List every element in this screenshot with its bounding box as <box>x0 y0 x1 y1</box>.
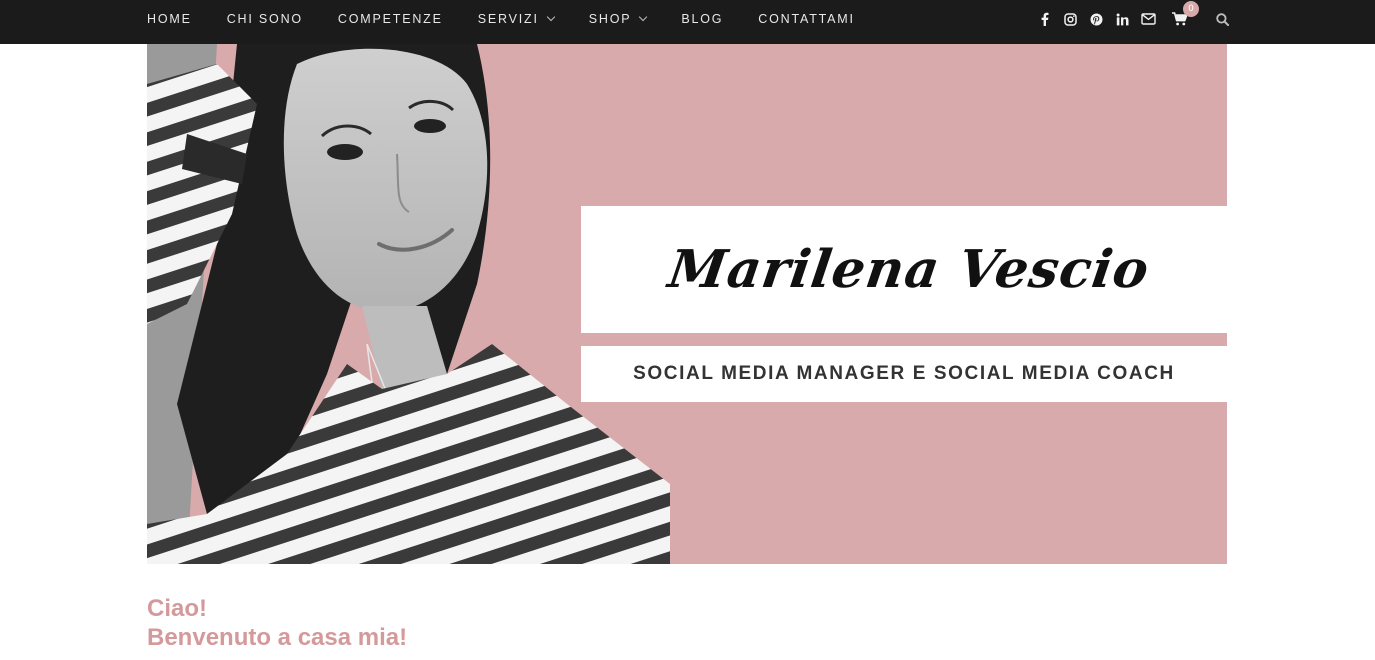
linkedin-icon[interactable] <box>1114 11 1130 27</box>
menu-item-servizi[interactable]: SERVIZI <box>477 12 555 26</box>
shopping-cart-icon[interactable]: 0 <box>1172 1 1199 27</box>
menu-item-home[interactable]: HOME <box>147 12 192 26</box>
brand-subtitle: SOCIAL MEDIA MANAGER E SOCIAL MEDIA COAC… <box>633 363 1175 384</box>
greeting-line-2: Benvenuto a casa mia! <box>147 624 408 651</box>
menu-item-label: COMPETENZE <box>337 12 443 26</box>
brand-name: Marilena Vescio <box>664 239 1154 300</box>
hero-banner: Marilena Vescio SOCIAL MEDIA MANAGER E S… <box>147 44 1227 564</box>
menu-item-blog[interactable]: BLOG <box>681 12 723 26</box>
chevron-down-icon <box>546 12 555 22</box>
main-menu: HOME CHI SONO COMPETENZE SERVIZI SHOP BL… <box>147 0 890 38</box>
subtitle-banner: SOCIAL MEDIA MANAGER E SOCIAL MEDIA COAC… <box>581 346 1227 402</box>
menu-item-chi-sono[interactable]: CHI SONO <box>227 12 303 26</box>
menu-item-contattami[interactable]: CONTATTAMI <box>758 12 854 26</box>
cart-count-badge: 0 <box>1183 1 1199 17</box>
greeting-heading: Ciao! Benvenuto a casa mia! <box>147 594 407 652</box>
top-navigation-bar: HOME CHI SONO COMPETENZE SERVIZI SHOP BL… <box>0 0 1375 44</box>
menu-item-label: SHOP <box>588 12 632 26</box>
header-icons: 0 <box>1036 0 1230 38</box>
name-banner: Marilena Vescio <box>581 206 1227 333</box>
menu-item-label: SERVIZI <box>477 12 539 26</box>
instagram-icon[interactable] <box>1062 11 1078 27</box>
greeting-line-1: Ciao! <box>147 595 207 622</box>
menu-item-label: HOME <box>147 12 192 26</box>
search-icon[interactable] <box>1214 11 1230 27</box>
facebook-icon[interactable] <box>1036 11 1052 27</box>
menu-item-label: BLOG <box>681 12 724 26</box>
menu-item-shop[interactable]: SHOP <box>588 12 648 26</box>
envelope-icon[interactable] <box>1140 11 1156 27</box>
pinterest-icon[interactable] <box>1088 11 1104 27</box>
menu-item-competenze[interactable]: COMPETENZE <box>338 12 443 26</box>
menu-item-label: CHI SONO <box>226 12 303 26</box>
chevron-down-icon <box>639 12 648 22</box>
menu-item-label: CONTATTAMI <box>758 12 855 26</box>
